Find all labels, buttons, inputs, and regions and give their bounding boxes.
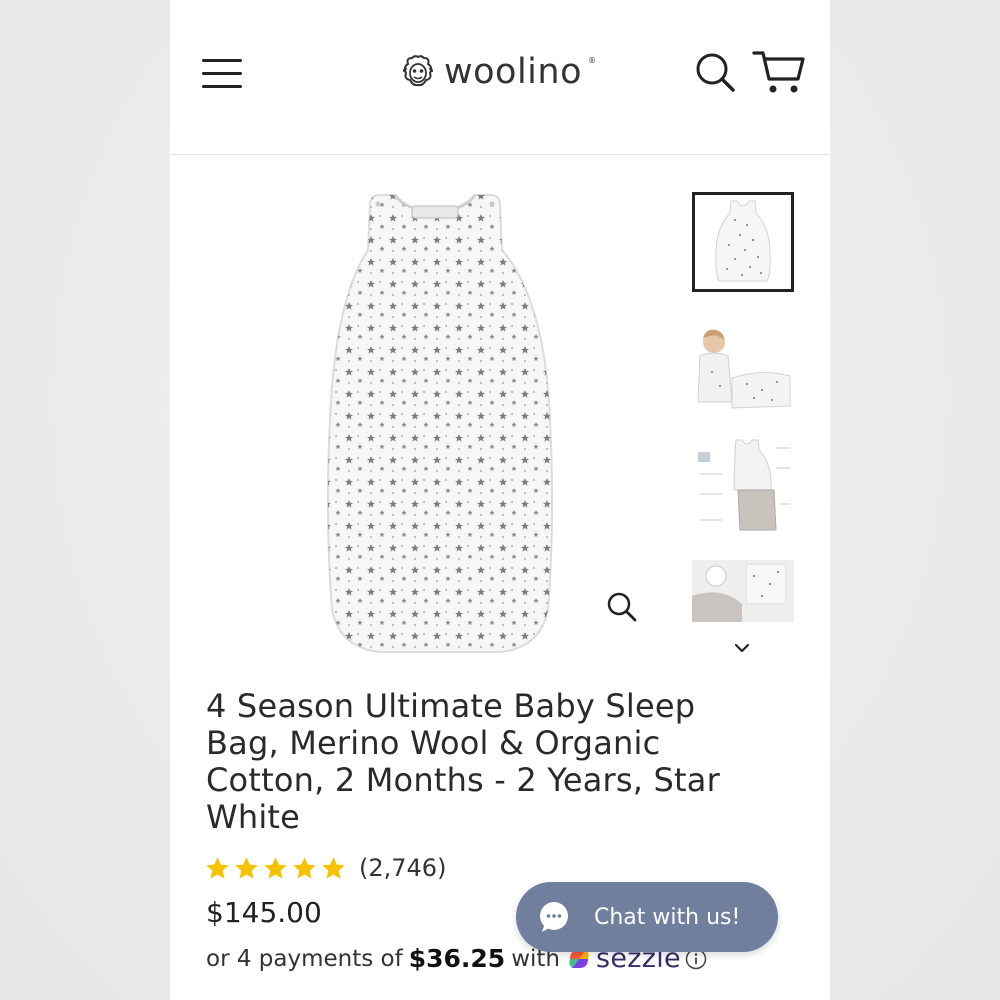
thumbnail-image: [692, 320, 794, 420]
trademark-mark-icon: ®: [588, 56, 596, 65]
star-icon: [264, 856, 287, 879]
rating-summary[interactable]: (2,746): [204, 854, 446, 882]
chat-label: Chat with us!: [594, 904, 741, 930]
zoom-icon[interactable]: [606, 590, 638, 624]
sheep-logo-icon: [403, 55, 433, 87]
chevron-down-icon[interactable]: [730, 638, 754, 658]
product-title-line: Cotton, 2 Months - 2 Years, Star: [206, 761, 720, 799]
thumbnail-image: [715, 200, 771, 282]
mobile-page: woolino ® 4 Season Ultimate Baby Sleep B…: [170, 0, 830, 1000]
thumbnail-baby-in-sleep-bag[interactable]: [692, 320, 794, 420]
product-title-line: White: [206, 798, 301, 836]
installment-prefix: or 4 payments of: [206, 945, 403, 972]
chat-with-us-button[interactable]: Chat with us!: [516, 882, 778, 952]
star-icon: [293, 856, 316, 879]
cart-icon[interactable]: [752, 49, 806, 95]
product-price: $145.00: [206, 896, 322, 929]
review-count[interactable]: (2,746): [359, 854, 446, 882]
brand-name: woolino: [444, 52, 582, 92]
thumbnail-sleep-bag-front[interactable]: [692, 192, 794, 292]
product-title-line: 4 Season Ultimate Baby Sleep: [206, 687, 696, 725]
star-rating: [204, 855, 347, 882]
star-icon: [235, 856, 258, 879]
thumbnail-features-diagram[interactable]: [692, 434, 794, 534]
thumbnail-image: [692, 434, 794, 534]
product-title: 4 Season Ultimate Baby Sleep Bag, Merino…: [206, 688, 786, 836]
chat-bubble-icon: [540, 902, 568, 932]
search-icon[interactable]: [694, 51, 736, 93]
product-main-image[interactable]: [300, 190, 580, 660]
star-icon: [206, 856, 229, 879]
product-title-line: Bag, Merino Wool & Organic: [206, 724, 661, 762]
hamburger-menu-icon[interactable]: [200, 55, 246, 91]
installment-amount: $36.25: [408, 944, 506, 973]
site-header: woolino ®: [170, 0, 830, 155]
star-icon: [322, 856, 345, 879]
brand-logo[interactable]: woolino ®: [398, 50, 596, 94]
